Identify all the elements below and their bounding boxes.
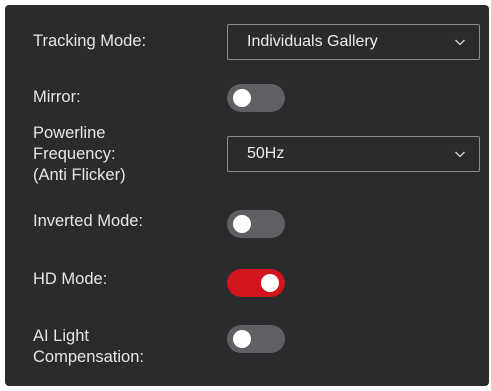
powerline-frequency-value: 50Hz bbox=[247, 145, 285, 162]
camera-settings-panel: Tracking Mode: Individuals Gallery Mirro… bbox=[5, 5, 489, 386]
mirror-label: Mirror: bbox=[33, 88, 81, 106]
toggle-knob bbox=[261, 274, 279, 292]
inverted-mode-label: Inverted Mode: bbox=[33, 212, 144, 230]
toggle-knob bbox=[233, 89, 251, 107]
ai-light-compensation-toggle[interactable] bbox=[227, 325, 285, 353]
tracking-mode-label: Tracking Mode: bbox=[33, 32, 147, 50]
toggle-knob bbox=[233, 215, 251, 233]
mirror-toggle[interactable] bbox=[227, 84, 285, 112]
inverted-mode-toggle[interactable] bbox=[227, 210, 285, 238]
powerline-frequency-label: Powerline Frequency: (Anti Flicker) bbox=[33, 124, 126, 184]
toggle-knob bbox=[233, 330, 251, 348]
chevron-down-icon bbox=[455, 151, 465, 158]
tracking-mode-select[interactable]: Individuals Gallery bbox=[227, 24, 480, 60]
ai-light-compensation-label: AI Light Compensation: bbox=[33, 327, 144, 366]
tracking-mode-value: Individuals Gallery bbox=[247, 33, 378, 50]
powerline-frequency-select[interactable]: 50Hz bbox=[227, 136, 480, 172]
hd-mode-label: HD Mode: bbox=[33, 270, 108, 288]
chevron-down-icon bbox=[455, 39, 465, 46]
hd-mode-toggle[interactable] bbox=[227, 269, 285, 297]
